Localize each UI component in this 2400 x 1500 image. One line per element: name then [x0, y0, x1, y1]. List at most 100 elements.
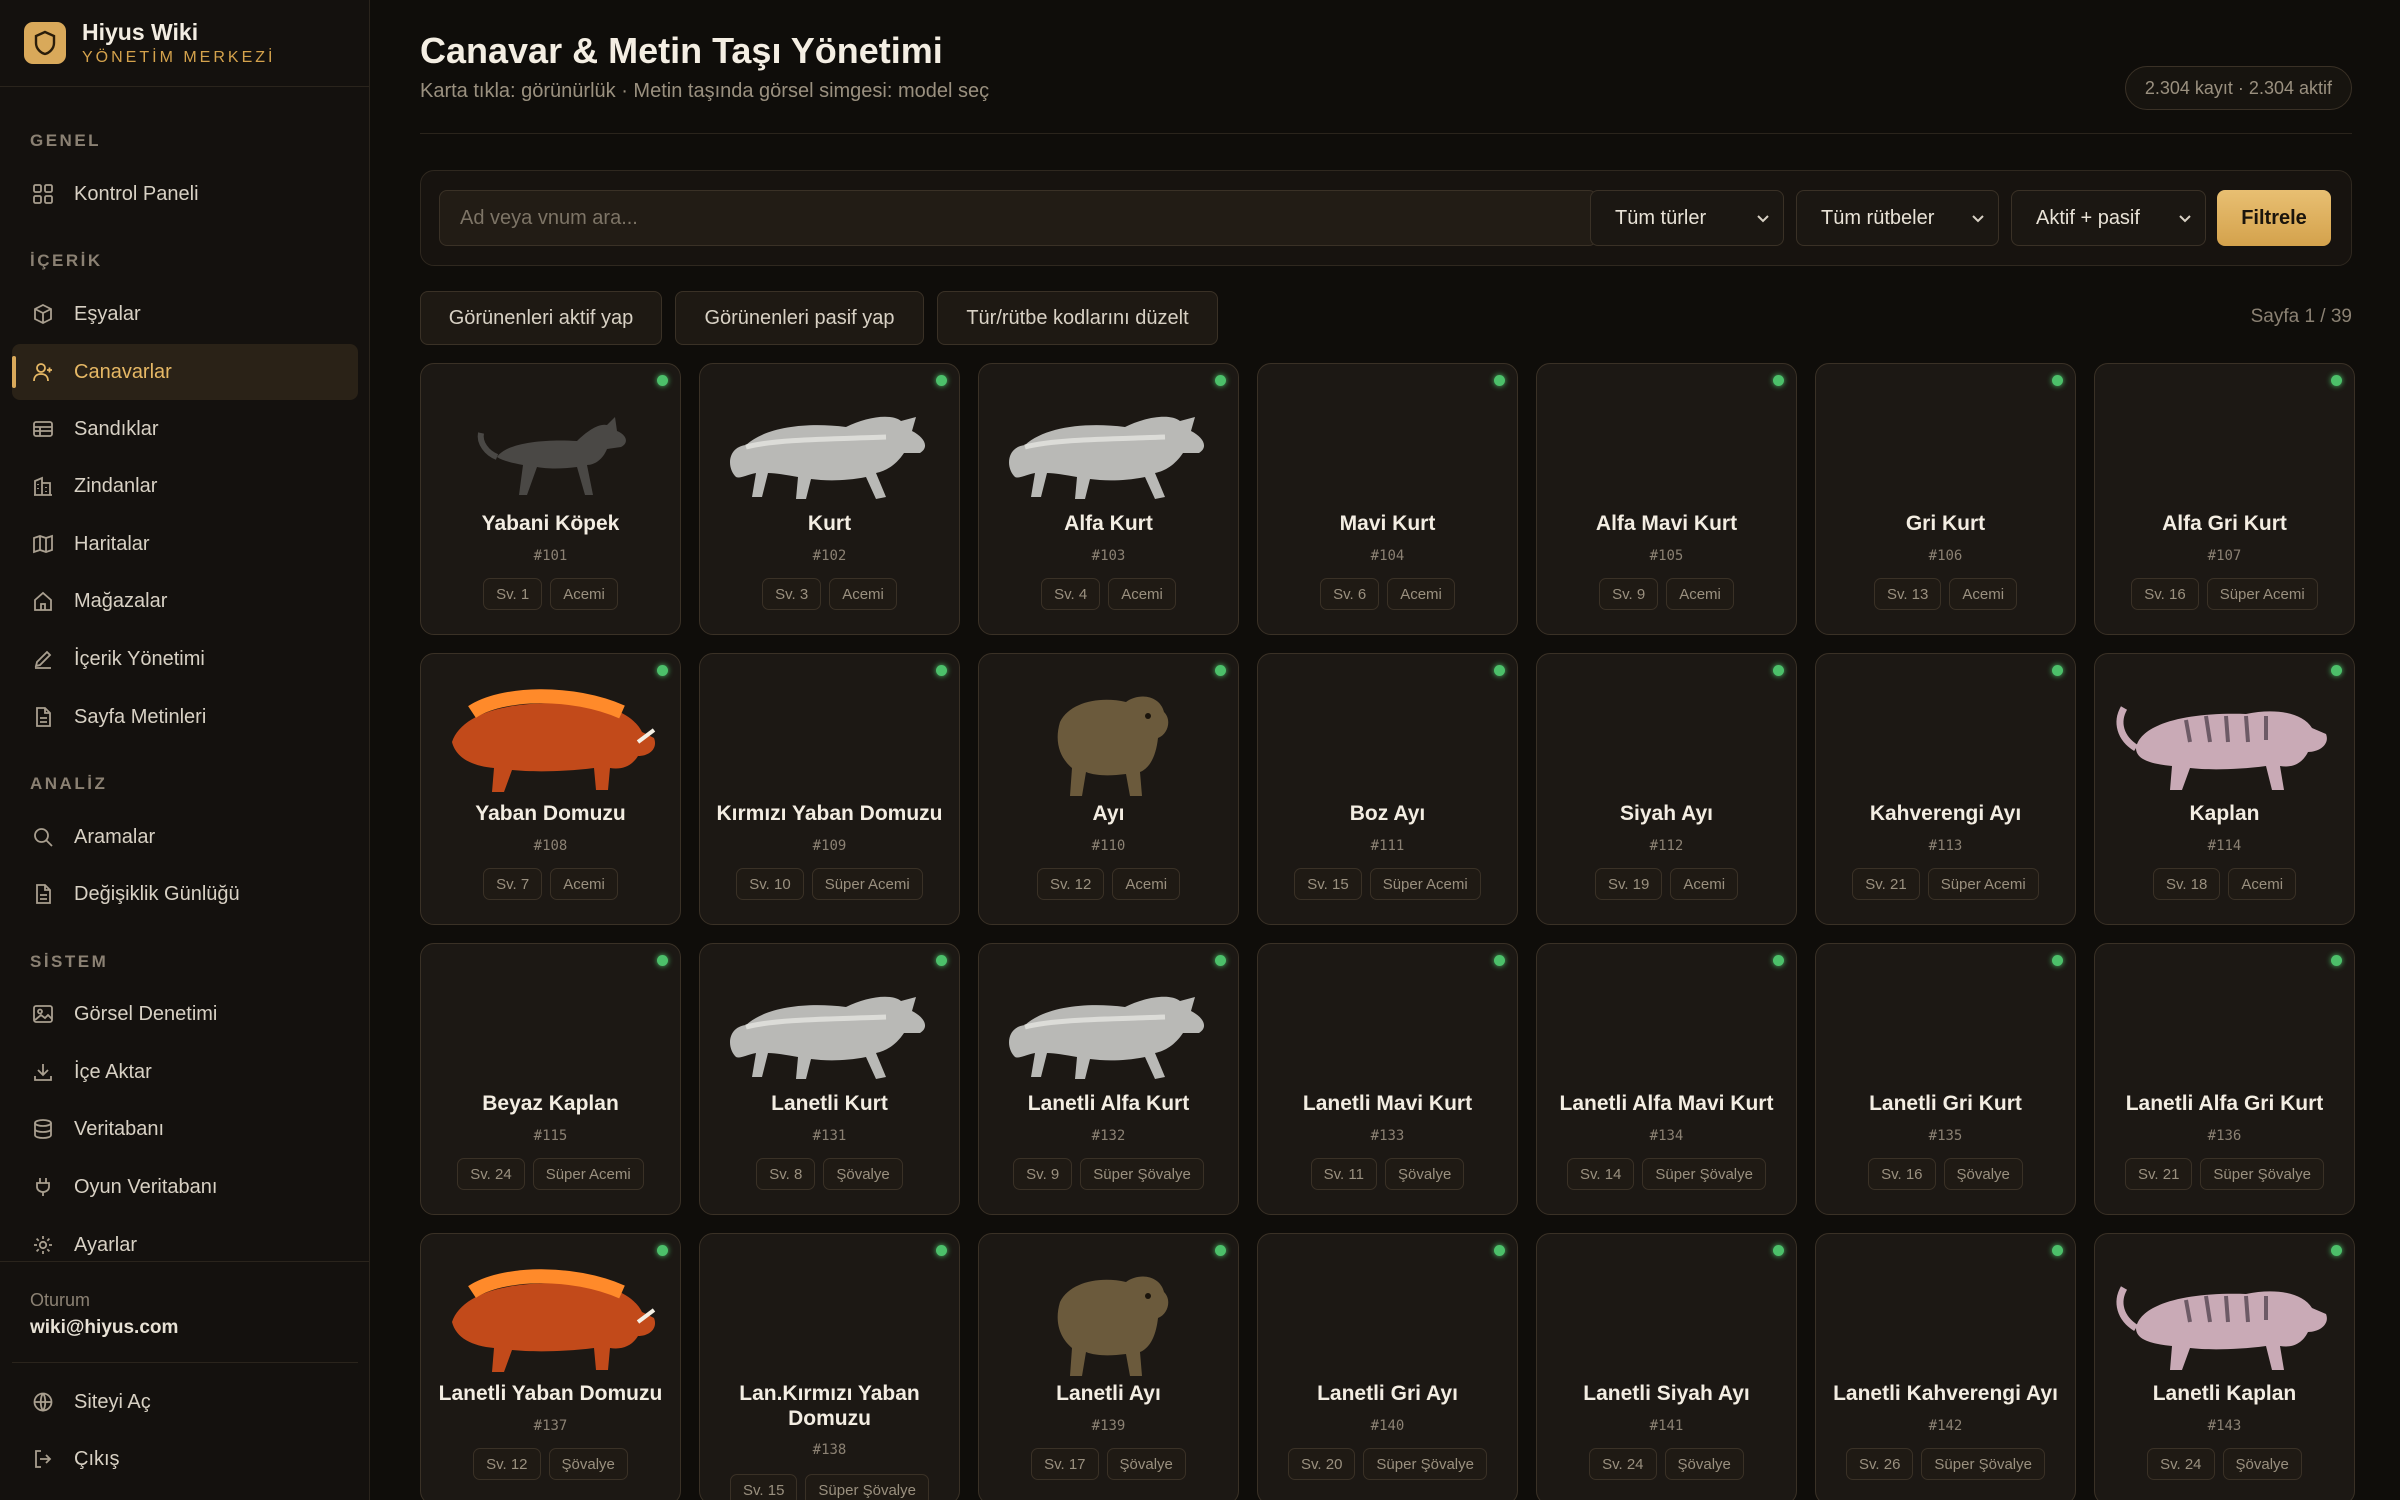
monster-card[interactable]: Kırmızı Yaban Domuzu #109 Sv. 10 Süper Acem…: [699, 653, 960, 925]
sidebar-item-searches[interactable]: Aramalar: [12, 809, 358, 865]
level-badge: Sv. 20: [1288, 1448, 1356, 1480]
sidebar-item-monsters[interactable]: Canavarlar: [12, 344, 358, 400]
monster-tags: Sv. 15 Süper Acemi: [1258, 868, 1517, 900]
monster-card[interactable]: Lanetli Alfa Mavi Kurt #134 Sv. 14 Süper Şö…: [1536, 943, 1797, 1215]
sidebar-item-page-texts[interactable]: Sayfa Metinleri: [12, 689, 358, 745]
sidebar-item-maps[interactable]: Haritalar: [12, 516, 358, 572]
sidebar-item-items[interactable]: Eşyalar: [12, 286, 358, 342]
monster-name: Gri Kurt: [1905, 512, 1986, 535]
monster-card[interactable]: Lanetli Yaban Domuzu #137 Sv. 12 Şövalye: [420, 1233, 681, 1500]
monster-card[interactable]: Lanetli Mavi Kurt #133 Sv. 11 Şövalye: [1257, 943, 1518, 1215]
monster-name: Lanetli Gri Kurt: [1869, 1092, 2022, 1115]
sidebar-item-chests[interactable]: Sandıklar: [12, 401, 358, 457]
monster-card[interactable]: Lanetli Kahverengi Ayı #142 Sv. 26 Süper Şö…: [1815, 1233, 2076, 1500]
sidebar-item-changelog[interactable]: Değişiklik Günlüğü: [12, 866, 358, 922]
sidebar-item-image-audit[interactable]: Görsel Denetimi: [12, 986, 358, 1042]
sidebar-item-label: İçe Aktar: [74, 1060, 152, 1083]
open-site-link[interactable]: Siteyi Aç: [12, 1374, 358, 1430]
level-badge: Sv. 12: [473, 1448, 541, 1480]
monster-card[interactable]: Yabani Köpek #101 Sv. 1 Acemi: [420, 363, 681, 635]
page-title: Canavar & Metin Taşı Yönetimi: [420, 30, 943, 71]
monster-card[interactable]: Lanetli Gri Ayı #140 Sv. 20 Süper Şövalye: [1257, 1233, 1518, 1500]
active-status-dot: [2052, 955, 2063, 966]
chevron-down-icon: [1970, 209, 1986, 232]
sidebar-item-label: İçerik Yönetimi: [74, 647, 205, 670]
level-badge: Sv. 9: [1599, 578, 1659, 610]
monster-card[interactable]: Lanetli Alfa Gri Kurt #136 Sv. 21 Süper Şöv…: [2094, 943, 2355, 1215]
filter-button[interactable]: Filtrele: [2217, 190, 2331, 246]
monster-card[interactable]: Lan.Kırmızı Yaban Domuzu #138 Sv. 15 Süper …: [699, 1233, 960, 1500]
monster-card[interactable]: Ayı #110 Sv. 12 Acemi: [978, 653, 1239, 925]
session-user: wiki@hiyus.com: [30, 1317, 179, 1338]
active-status-dot: [1773, 665, 1784, 676]
sidebar-item-stores[interactable]: Mağazalar: [12, 573, 358, 629]
sidebar-item-import[interactable]: İçe Aktar: [12, 1044, 358, 1100]
sidebar-item-label: Sayfa Metinleri: [74, 705, 207, 728]
monster-card[interactable]: Kahverengi Ayı #113 Sv. 21 Süper Acemi: [1815, 653, 2076, 925]
activate-visible-button[interactable]: Görünenleri aktif yap: [420, 291, 662, 345]
monster-card[interactable]: Lanetli Siyah Ayı #141 Sv. 24 Şövalye: [1536, 1233, 1797, 1500]
sidebar-item-label: Siteyi Aç: [74, 1390, 151, 1413]
monster-card[interactable]: Kaplan #114 Sv. 18 Acemi: [2094, 653, 2355, 925]
sidebar-item-game-database[interactable]: Oyun Veritabanı: [12, 1159, 358, 1215]
monster-tags: Sv. 13 Acemi: [1816, 578, 2075, 610]
sidebar-item-settings[interactable]: Ayarlar: [12, 1217, 358, 1273]
monster-card[interactable]: Lanetli Alfa Kurt #132 Sv. 9 Süper Şövalye: [978, 943, 1239, 1215]
monster-card[interactable]: Kurt #102 Sv. 3 Acemi: [699, 363, 960, 635]
monster-name: Lanetli Alfa Mavi Kurt: [1559, 1092, 1774, 1115]
monster-card[interactable]: Lanetli Kurt #131 Sv. 8 Şövalye: [699, 943, 960, 1215]
monster-card[interactable]: Alfa Mavi Kurt #105 Sv. 9 Acemi: [1536, 363, 1797, 635]
logout-icon: [30, 1446, 56, 1472]
monster-image: [700, 952, 959, 1102]
monster-card[interactable]: Mavi Kurt #104 Sv. 6 Acemi: [1257, 363, 1518, 635]
sidebar-item-dashboard[interactable]: Kontrol Paneli: [12, 166, 358, 222]
monster-image: [979, 662, 1238, 812]
sidebar-item-content-management[interactable]: İçerik Yönetimi: [12, 631, 358, 687]
rank-select[interactable]: Tüm rütbeler: [1796, 190, 1999, 246]
sidebar-item-label: Aramalar: [74, 825, 156, 848]
logout-button[interactable]: Çıkış: [12, 1431, 358, 1487]
monster-vnum: #113: [1928, 838, 1963, 854]
store-icon: [30, 588, 56, 614]
status-select[interactable]: Aktif + pasif: [2011, 190, 2206, 246]
type-select[interactable]: Tüm türler: [1590, 190, 1784, 246]
sidebar-item-dungeons[interactable]: Zindanlar: [12, 458, 358, 514]
monster-name: Alfa Gri Kurt: [2162, 512, 2287, 535]
level-badge: Sv. 11: [1310, 1158, 1377, 1190]
gear-icon: [30, 1232, 56, 1258]
monster-card[interactable]: Siyah Ayı #112 Sv. 19 Acemi: [1536, 653, 1797, 925]
monster-card[interactable]: Boz Ayı #111 Sv. 15 Süper Acemi: [1257, 653, 1518, 925]
monster-card[interactable]: Gri Kurt #106 Sv. 13 Acemi: [1815, 363, 2076, 635]
rank-badge: Acemi: [1112, 868, 1181, 900]
monster-card[interactable]: Beyaz Kaplan #115 Sv. 24 Süper Acemi: [420, 943, 681, 1215]
deactivate-visible-button[interactable]: Görünenleri pasif yap: [675, 291, 924, 345]
filter-bar: Tüm türler Tüm rütbeler Aktif + pasif Fi…: [420, 170, 2352, 266]
rank-select-value: Tüm rütbeler: [1821, 206, 1935, 229]
rank-badge: Süper Acemi: [1927, 868, 2039, 900]
monster-card[interactable]: Lanetli Kaplan #143 Sv. 24 Şövalye: [2094, 1233, 2355, 1500]
fix-codes-button[interactable]: Tür/rütbe kodlarını düzelt: [937, 291, 1218, 345]
monster-vnum: #115: [533, 1128, 568, 1144]
active-status-dot: [936, 1245, 947, 1256]
monster-card[interactable]: Lanetli Ayı #139 Sv. 17 Şövalye: [978, 1233, 1239, 1500]
sidebar-item-label: Haritalar: [74, 532, 150, 555]
monster-card[interactable]: Alfa Gri Kurt #107 Sv. 16 Süper Acemi: [2094, 363, 2355, 635]
page-subtitle: Karta tıkla: görünürlük · Metin taşında …: [420, 80, 990, 102]
rank-badge: Şövalye: [1664, 1448, 1744, 1480]
globe-icon: [30, 1389, 56, 1415]
monster-card[interactable]: Alfa Kurt #103 Sv. 4 Acemi: [978, 363, 1239, 635]
monster-card[interactable]: Yaban Domuzu #108 Sv. 7 Acemi: [420, 653, 681, 925]
active-status-dot: [657, 955, 668, 966]
sidebar-item-database[interactable]: Veritabanı: [12, 1101, 358, 1157]
sidebar-item-label: Değişiklik Günlüğü: [74, 882, 240, 905]
monster-tags: Sv. 1 Acemi: [421, 578, 680, 610]
sidebar-item-label: Zindanlar: [74, 474, 158, 497]
monster-image: [979, 1242, 1238, 1392]
rank-badge: Süper Acemi: [2206, 578, 2318, 610]
level-badge: Sv. 24: [1589, 1448, 1657, 1480]
active-status-dot: [1773, 375, 1784, 386]
monster-vnum: #112: [1649, 838, 1684, 854]
search-input[interactable]: [439, 190, 1597, 246]
monster-card[interactable]: Lanetli Gri Kurt #135 Sv. 16 Şövalye: [1815, 943, 2076, 1215]
monster-tags: Sv. 14 Süper Şövalye: [1537, 1158, 1796, 1190]
